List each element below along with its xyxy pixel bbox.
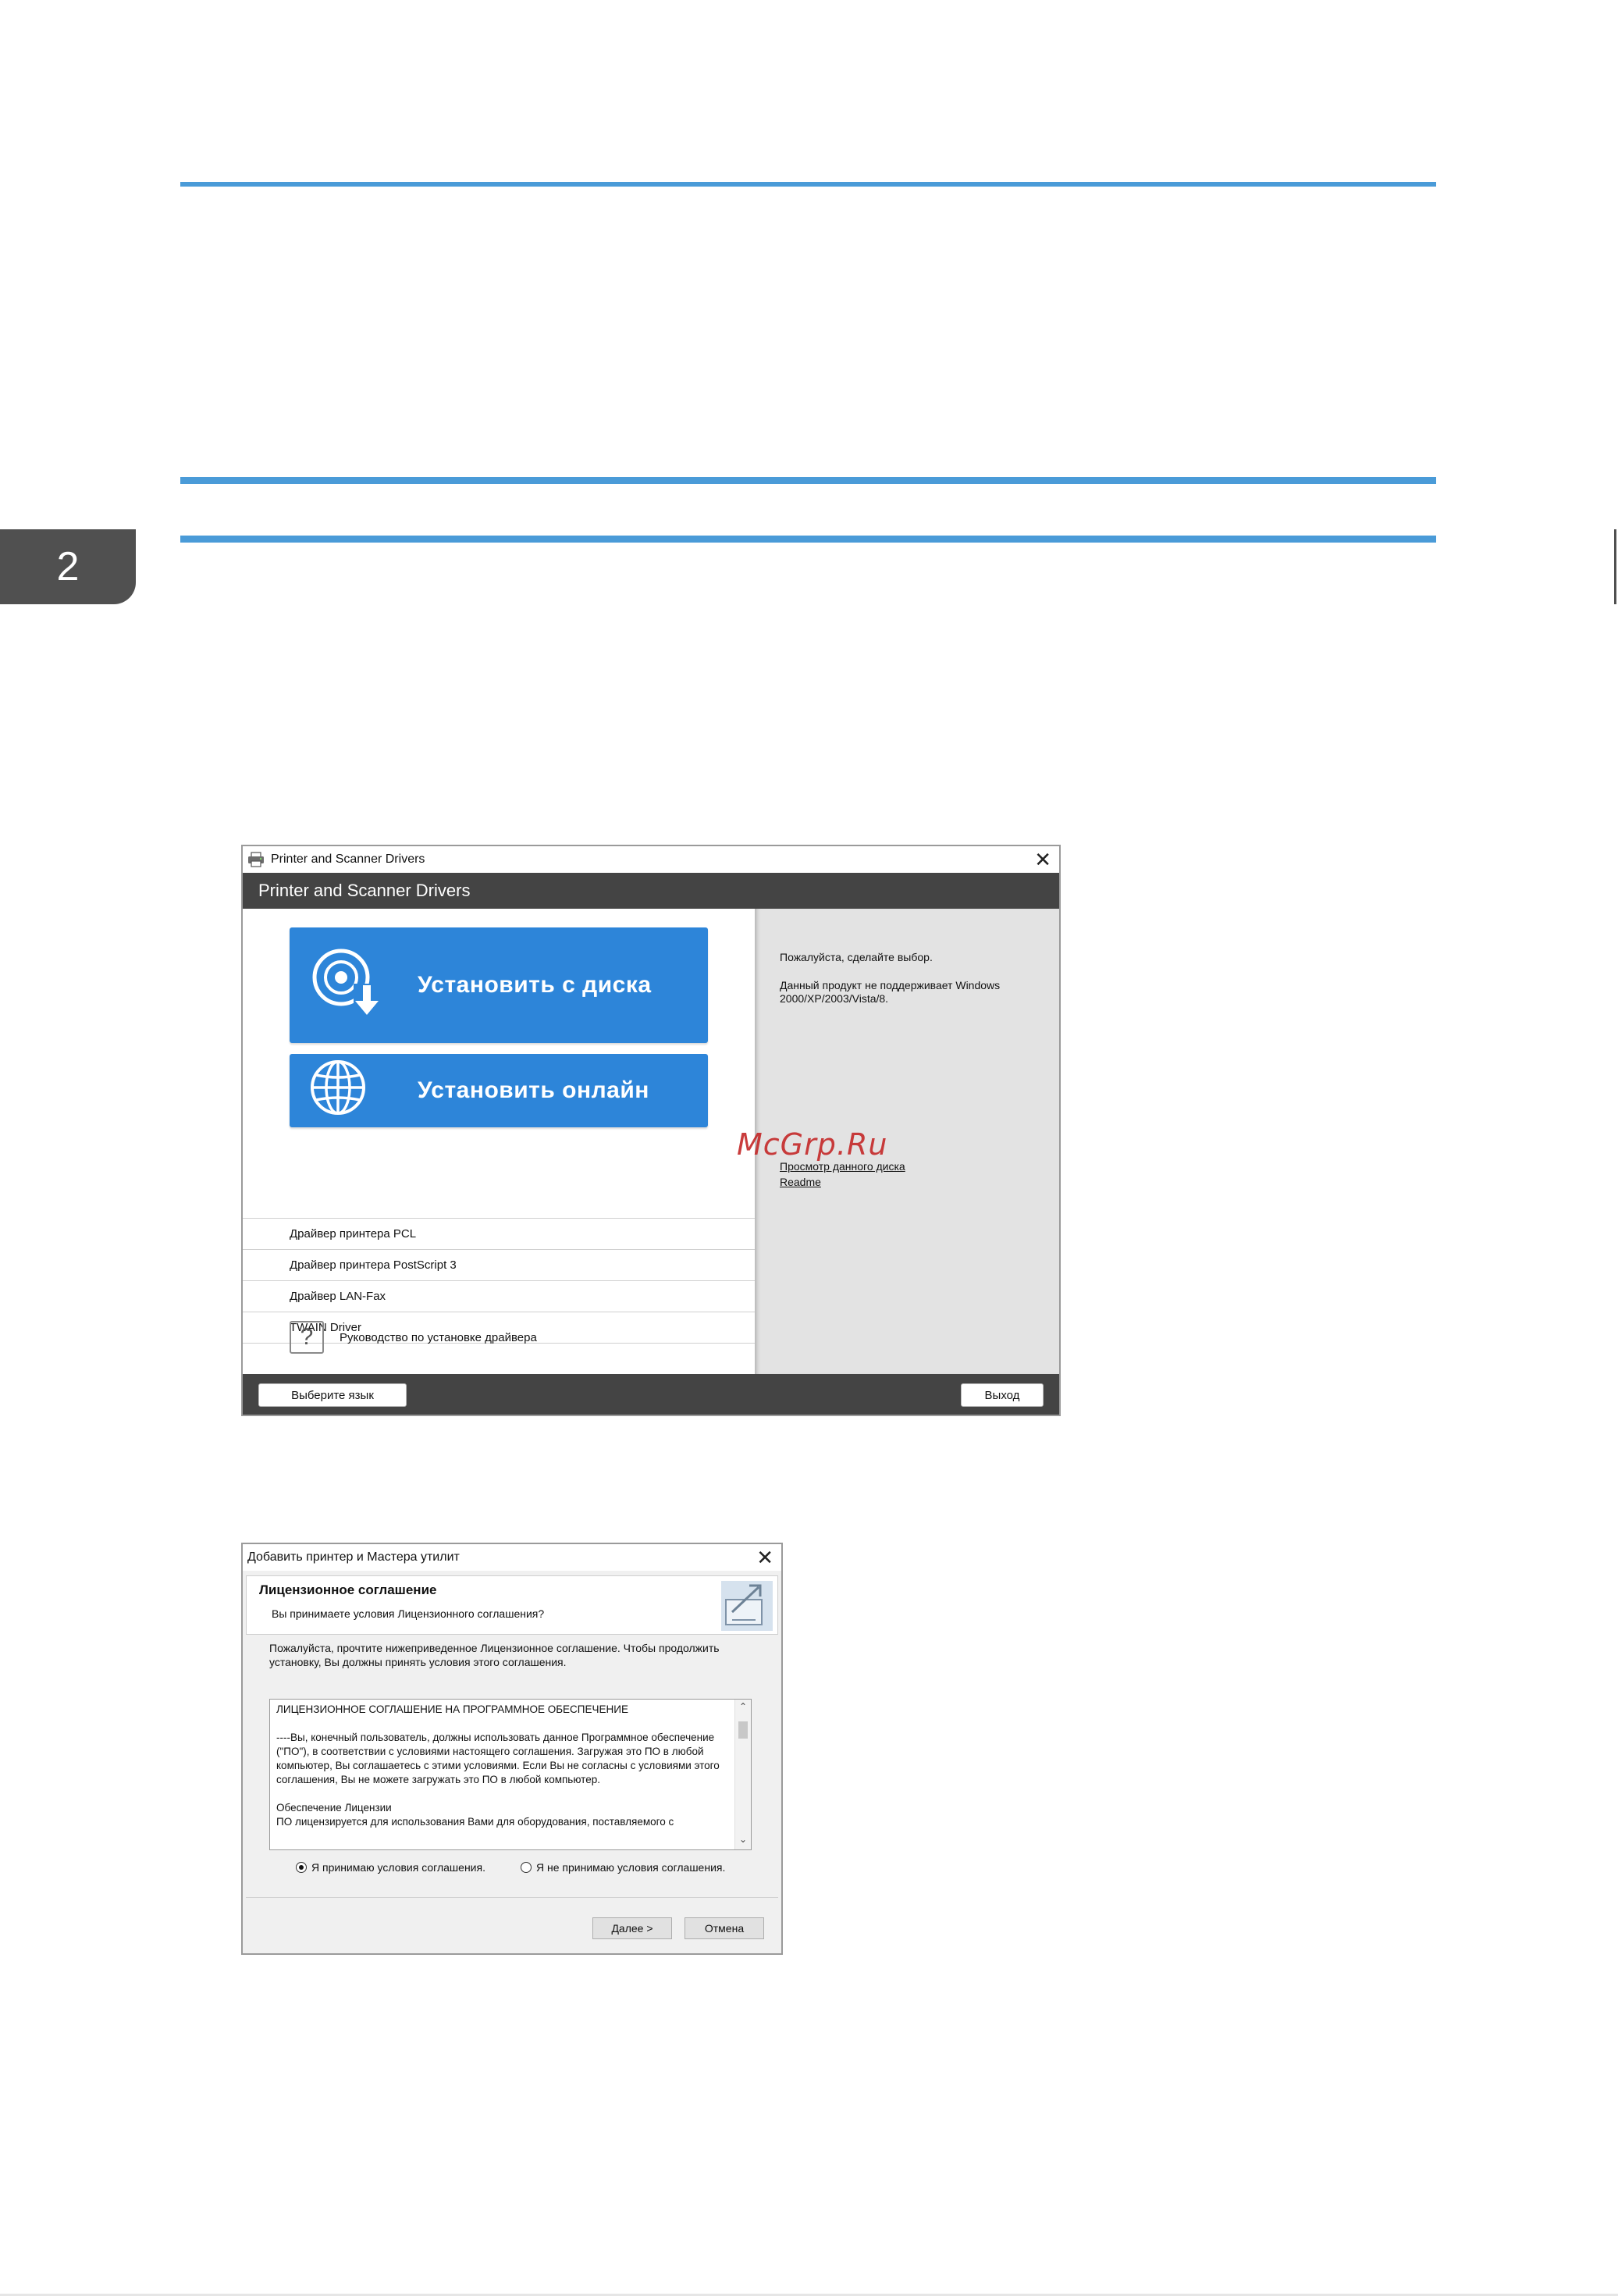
drivers-window-title: Printer and Scanner Drivers	[271, 853, 425, 866]
chapter-tab: 2	[0, 529, 136, 604]
drivers-window: Printer and Scanner Drivers ✕ Printer an…	[241, 845, 1061, 1416]
installer-box-icon	[721, 1581, 773, 1631]
disc-download-icon	[308, 945, 383, 1026]
decline-label: Я не принимаю условия соглашения.	[536, 1861, 726, 1874]
accept-option[interactable]: Я принимаю условия соглашения.	[296, 1861, 485, 1874]
scroll-down-icon[interactable]: ⌄	[735, 1834, 751, 1848]
globe-icon	[308, 1058, 368, 1123]
page-edge-mark	[1614, 529, 1616, 604]
chapter-number: 2	[56, 544, 80, 589]
exit-button[interactable]: Выход	[961, 1383, 1044, 1407]
install-guide-label: Руководство по установке драйвера	[340, 1330, 537, 1344]
driver-item-label: Драйвер LAN-Fax	[290, 1290, 386, 1303]
footer-divider	[246, 1897, 778, 1898]
install-online-label: Установить онлайн	[418, 1077, 649, 1103]
select-language-button[interactable]: Выберите язык	[258, 1383, 407, 1407]
close-icon[interactable]: ✕	[756, 1546, 773, 1569]
drivers-header: Printer and Scanner Drivers	[243, 873, 1059, 909]
drivers-header-title: Printer and Scanner Drivers	[258, 881, 471, 900]
top-rule	[180, 182, 1436, 187]
license-scrollbar[interactable]: ⌃ ⌄	[734, 1700, 751, 1849]
drivers-window-titlebar: Printer and Scanner Drivers ✕	[243, 846, 1059, 873]
close-icon[interactable]: ✕	[1034, 848, 1051, 871]
license-text: ЛИЦЕНЗИОННОЕ СОГЛАШЕНИЕ НА ПРОГРАММНОЕ О…	[276, 1703, 731, 1843]
driver-item-lan-fax[interactable]: Драйвер LAN-Fax	[243, 1281, 755, 1312]
drivers-left-panel: Установить с диска Установить онлайн Дра…	[243, 909, 755, 1374]
printer-app-icon	[247, 852, 265, 867]
license-heading: Лицензионное соглашение	[259, 1582, 437, 1597]
section-rule-lower	[180, 536, 1436, 543]
compatibility-note: Данный продукт не поддерживает Windows 2…	[780, 979, 1001, 1005]
install-online-button[interactable]: Установить онлайн	[290, 1054, 708, 1127]
driver-item-label: Драйвер принтера PostScript 3	[290, 1258, 457, 1272]
readme-link[interactable]: Readme	[780, 1176, 821, 1188]
next-button[interactable]: Далее >	[592, 1917, 672, 1939]
drivers-footer: Выберите язык Выход	[243, 1374, 1059, 1415]
license-intro: Пожалуйста, прочтите нижеприведенное Лиц…	[269, 1642, 720, 1668]
decline-radio[interactable]	[521, 1862, 532, 1873]
license-paragraph: ----Вы, конечный пользователь, должны ис…	[276, 1732, 720, 1785]
license-paragraph: Обеспечение Лицензии ПО лицензируется дл…	[276, 1802, 674, 1828]
driver-item-label: Драйвер принтера PCL	[290, 1227, 417, 1241]
scroll-up-icon[interactable]: ⌃	[735, 1701, 751, 1715]
cancel-button[interactable]: Отмена	[685, 1917, 764, 1939]
driver-item-pcl[interactable]: Драйвер принтера PCL	[243, 1219, 755, 1250]
selection-prompt: Пожалуйста, сделайте выбор.	[780, 951, 933, 963]
section-rule-upper	[180, 477, 1436, 484]
decline-option[interactable]: Я не принимаю условия соглашения.	[521, 1861, 725, 1874]
accept-radio[interactable]	[296, 1862, 307, 1873]
license-subheading: Вы принимаете условия Лицензионного согл…	[272, 1607, 545, 1620]
accept-label: Я принимаю условия соглашения.	[311, 1861, 485, 1874]
install-from-disc-label: Установить с диска	[418, 972, 652, 998]
driver-item-postscript[interactable]: Драйвер принтера PostScript 3	[243, 1250, 755, 1281]
help-question-icon: ?	[290, 1321, 324, 1354]
browse-disc-link[interactable]: Просмотр данного диска	[780, 1160, 905, 1173]
license-paragraph: ЛИЦЕНЗИОННОЕ СОГЛАШЕНИЕ НА ПРОГРАММНОЕ О…	[276, 1703, 628, 1715]
install-from-disc-button[interactable]: Установить с диска	[290, 927, 708, 1043]
license-header: Лицензионное соглашение Вы принимаете ус…	[246, 1575, 778, 1635]
license-textbox[interactable]: ЛИЦЕНЗИОННОЕ СОГЛАШЕНИЕ НА ПРОГРАММНОЕ О…	[269, 1699, 752, 1850]
license-window-titlebar: Добавить принтер и Мастера утилит ✕	[243, 1544, 781, 1571]
scroll-thumb[interactable]	[738, 1721, 748, 1739]
license-window: Добавить принтер и Мастера утилит ✕ Лице…	[241, 1543, 783, 1955]
license-window-title: Добавить принтер и Мастера утилит	[247, 1550, 460, 1564]
install-guide-link[interactable]: ? Руководство по установке драйвера	[290, 1321, 537, 1354]
watermark: McGrp.Ru	[737, 1127, 888, 1162]
